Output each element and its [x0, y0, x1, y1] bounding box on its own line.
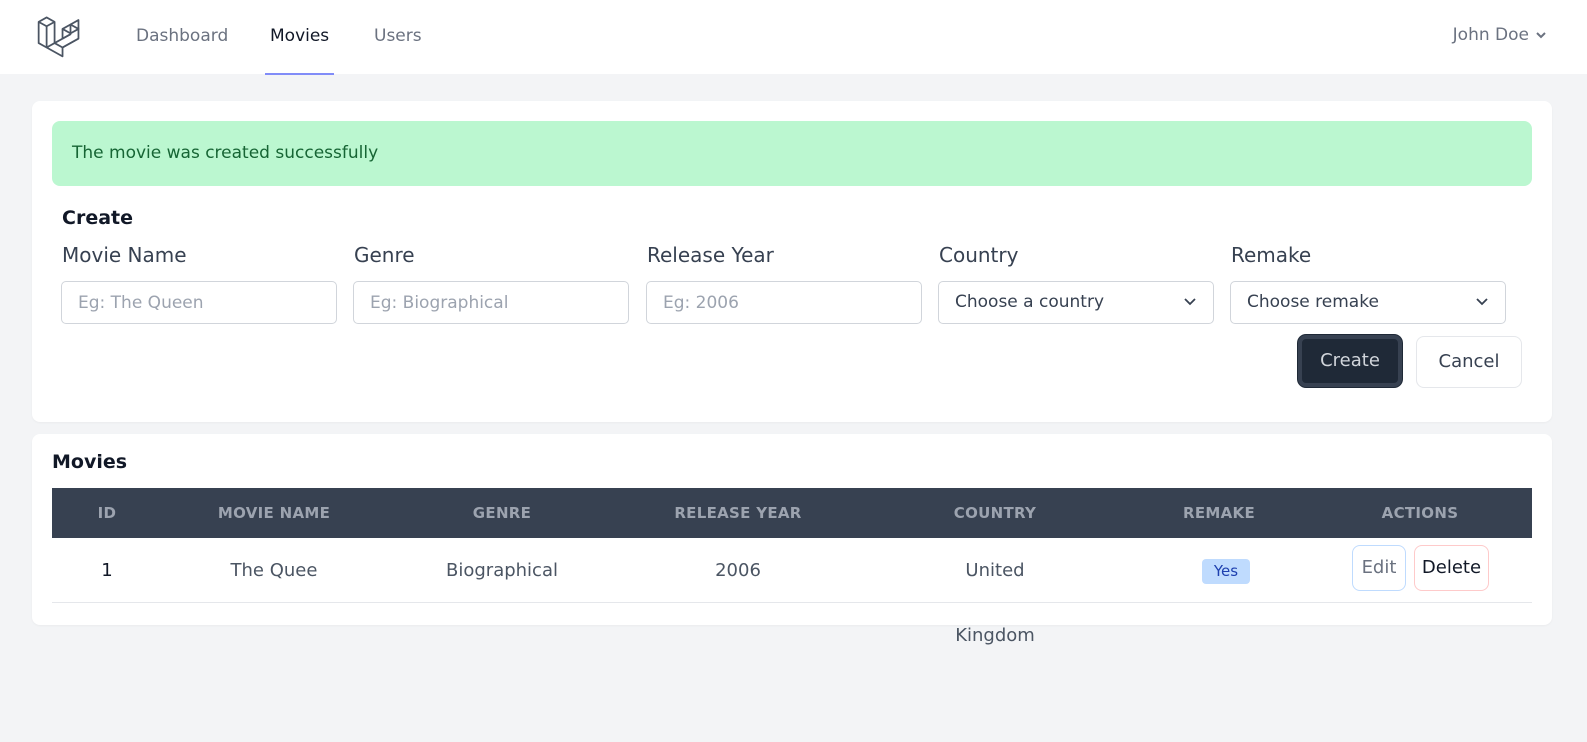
create-card: The movie was created successfully Creat…: [32, 101, 1552, 422]
remake-label: Remake: [1231, 243, 1312, 267]
success-alert: The movie was created successfully: [52, 121, 1532, 186]
create-button[interactable]: Create: [1298, 335, 1402, 387]
column-header-movie-name: MOVIE NAME: [217, 504, 331, 522]
column-header-remake: REMAKE: [1182, 504, 1255, 522]
release-year-input[interactable]: [646, 281, 922, 324]
column-header-release-year: RELEASE YEAR: [674, 504, 802, 522]
genre-input[interactable]: [353, 281, 629, 324]
delete-button[interactable]: Delete: [1414, 545, 1489, 591]
movie-name-label: Movie Name: [62, 243, 187, 267]
cell-genre: Biographical: [446, 560, 558, 581]
cell-id: 1: [101, 560, 113, 581]
nav-dashboard[interactable]: Dashboard: [136, 0, 228, 75]
create-title: Create: [62, 207, 133, 229]
cancel-button[interactable]: Cancel: [1416, 336, 1522, 388]
cell-release-year: 2006: [715, 560, 761, 581]
cell-country: United Kingdom: [955, 560, 1035, 646]
release-year-label: Release Year: [647, 243, 774, 267]
nav-users[interactable]: Users: [374, 0, 422, 75]
table-row: 1 The Quee Biographical 2006 United King…: [52, 538, 1532, 646]
chevron-down-icon: [1536, 32, 1546, 39]
top-navigation: Dashboard Movies Users John Doe: [0, 0, 1587, 75]
column-header-actions: ACTIONS: [1381, 504, 1459, 522]
laravel-logo-icon[interactable]: [36, 13, 82, 59]
chevron-down-icon: [1184, 298, 1196, 306]
genre-label: Genre: [354, 243, 415, 267]
table-header: ID MOVIE NAME GENRE RELEASE YEAR COUNTRY…: [52, 488, 1532, 538]
column-header-genre: GENRE: [472, 504, 532, 522]
alert-message: The movie was created successfully: [72, 143, 379, 163]
user-menu[interactable]: John Doe: [1452, 0, 1546, 72]
chevron-down-icon: [1476, 298, 1488, 306]
cell-movie-name: The Quee: [230, 560, 318, 581]
movies-card: Movies ID MOVIE NAME GENRE RELEASE YEAR …: [32, 434, 1552, 646]
column-header-id: ID: [97, 504, 117, 522]
remake-badge: Yes: [1202, 559, 1250, 584]
nav-movies[interactable]: Movies: [264, 0, 335, 75]
movie-name-input[interactable]: [61, 281, 337, 324]
country-select-value: Choose a country: [955, 292, 1104, 312]
country-select[interactable]: Choose a country: [938, 281, 1214, 324]
movies-title: Movies: [52, 451, 128, 473]
user-name: John Doe: [1452, 25, 1529, 45]
remake-select[interactable]: Choose remake: [1230, 281, 1506, 324]
column-header-country: COUNTRY: [953, 504, 1037, 522]
country-label: Country: [939, 243, 1019, 267]
remake-select-value: Choose remake: [1247, 292, 1379, 312]
edit-button[interactable]: Edit: [1352, 545, 1406, 591]
